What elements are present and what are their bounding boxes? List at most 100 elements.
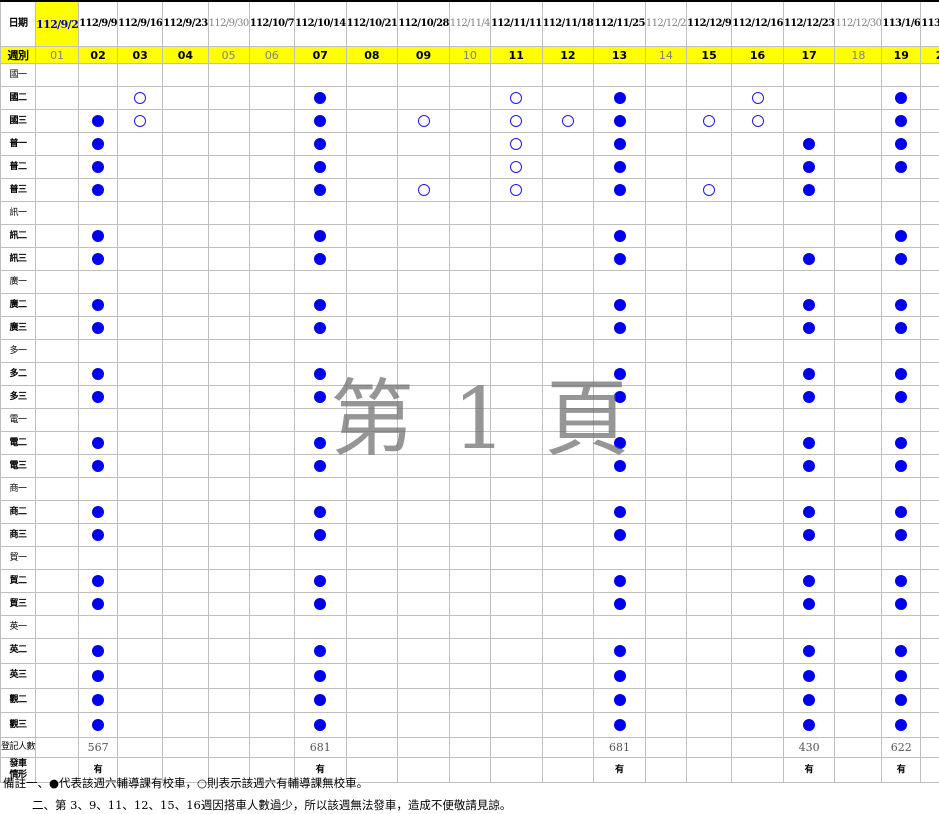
schedule-cell xyxy=(782,316,836,340)
schedule-cell xyxy=(207,270,250,294)
schedule-cell xyxy=(834,662,883,689)
class-label: 普一 xyxy=(0,132,37,156)
schedule-cell xyxy=(489,132,543,156)
schedule-cell xyxy=(489,224,543,248)
schedule-cell xyxy=(731,109,784,133)
schedule-cell xyxy=(248,63,295,87)
bus-running-dot-icon xyxy=(92,575,105,587)
schedule-cell xyxy=(293,477,347,501)
bus-running-dot-icon xyxy=(803,669,816,682)
schedule-cell xyxy=(881,247,922,271)
schedule-cell xyxy=(782,523,836,547)
schedule-cell xyxy=(207,132,250,156)
schedule-cell xyxy=(448,178,491,202)
schedule-cell xyxy=(782,408,836,432)
no-bus-circle-icon xyxy=(417,184,430,196)
schedule-cell xyxy=(78,712,119,739)
schedule-cell xyxy=(78,362,119,386)
schedule-cell xyxy=(345,316,399,340)
bus-running-dot-icon xyxy=(314,391,327,403)
schedule-cell xyxy=(920,638,939,664)
bus-running-dot-icon xyxy=(314,598,327,610)
schedule-cell xyxy=(834,132,883,156)
schedule-cell xyxy=(920,201,939,225)
schedule-cell xyxy=(834,431,883,455)
schedule-cell xyxy=(782,247,836,271)
schedule-cell xyxy=(293,662,347,689)
schedule-cell xyxy=(881,109,922,133)
schedule-cell xyxy=(644,523,687,547)
schedule-cell xyxy=(248,569,295,593)
schedule-cell xyxy=(834,385,883,409)
schedule-cell xyxy=(834,270,883,294)
schedule-cell xyxy=(78,662,119,689)
schedule-cell xyxy=(593,546,646,570)
schedule-cell xyxy=(541,687,595,714)
schedule-cell xyxy=(834,408,883,432)
schedule-cell xyxy=(782,178,836,202)
schedule-cell xyxy=(293,109,347,133)
bus-running-dot-icon xyxy=(92,719,105,732)
schedule-cell xyxy=(35,316,80,340)
schedule-cell xyxy=(541,592,595,616)
bus-running-dot-icon xyxy=(803,575,816,587)
schedule-cell xyxy=(397,109,450,133)
schedule-cell xyxy=(293,316,347,340)
schedule-cell xyxy=(881,592,922,616)
bus-running-dot-icon xyxy=(314,719,327,732)
bus-running-dot-icon xyxy=(803,253,816,265)
schedule-cell xyxy=(293,712,347,739)
schedule-cell xyxy=(207,178,250,202)
schedule-cell xyxy=(248,109,295,133)
no-bus-circle-icon xyxy=(751,92,764,104)
schedule-cell xyxy=(593,270,646,294)
schedule-cell xyxy=(731,201,784,225)
schedule-cell xyxy=(293,63,347,87)
schedule-cell xyxy=(448,385,491,409)
schedule-cell xyxy=(397,712,450,739)
schedule-cell xyxy=(834,687,883,714)
schedule-cell xyxy=(881,500,922,524)
schedule-cell xyxy=(644,431,687,455)
schedule-cell xyxy=(541,638,595,664)
schedule-cell xyxy=(448,109,491,133)
schedule-cell xyxy=(834,201,883,225)
table-row: 多二5 xyxy=(0,362,939,386)
bus-running-dot-icon xyxy=(92,644,105,657)
schedule-cell xyxy=(644,316,687,340)
bus-running-dot-icon xyxy=(314,368,327,380)
bus-running-dot-icon xyxy=(92,299,105,311)
schedule-cell xyxy=(162,546,209,570)
schedule-cell xyxy=(920,339,939,363)
schedule-cell xyxy=(685,477,733,501)
schedule-cell xyxy=(593,408,646,432)
schedule-cell xyxy=(593,477,646,501)
schedule-cell xyxy=(162,662,209,689)
schedule-cell xyxy=(248,270,295,294)
class-label: 貿二 xyxy=(0,569,37,593)
bus-running-dot-icon xyxy=(613,598,626,610)
no-bus-circle-icon xyxy=(510,92,523,104)
schedule-cell xyxy=(834,523,883,547)
schedule-cell xyxy=(541,615,595,639)
schedule-cell xyxy=(35,454,80,478)
schedule-cell xyxy=(489,431,543,455)
schedule-cell xyxy=(920,293,939,317)
week-cell: 03 xyxy=(117,46,164,64)
schedule-cell xyxy=(920,86,939,110)
class-label: 電一 xyxy=(0,408,37,432)
schedule-cell xyxy=(117,339,164,363)
registered-cell xyxy=(644,737,687,759)
schedule-cell xyxy=(78,201,119,225)
schedule-cell xyxy=(489,523,543,547)
class-label: 訊三 xyxy=(0,247,37,271)
schedule-cell xyxy=(920,362,939,386)
schedule-cell xyxy=(397,615,450,639)
schedule-cell xyxy=(162,316,209,340)
schedule-cell xyxy=(162,408,209,432)
bus-running-dot-icon xyxy=(613,644,626,657)
schedule-cell xyxy=(685,408,733,432)
schedule-cell xyxy=(207,385,250,409)
schedule-cell xyxy=(541,178,595,202)
week-cell: 12 xyxy=(541,46,595,64)
